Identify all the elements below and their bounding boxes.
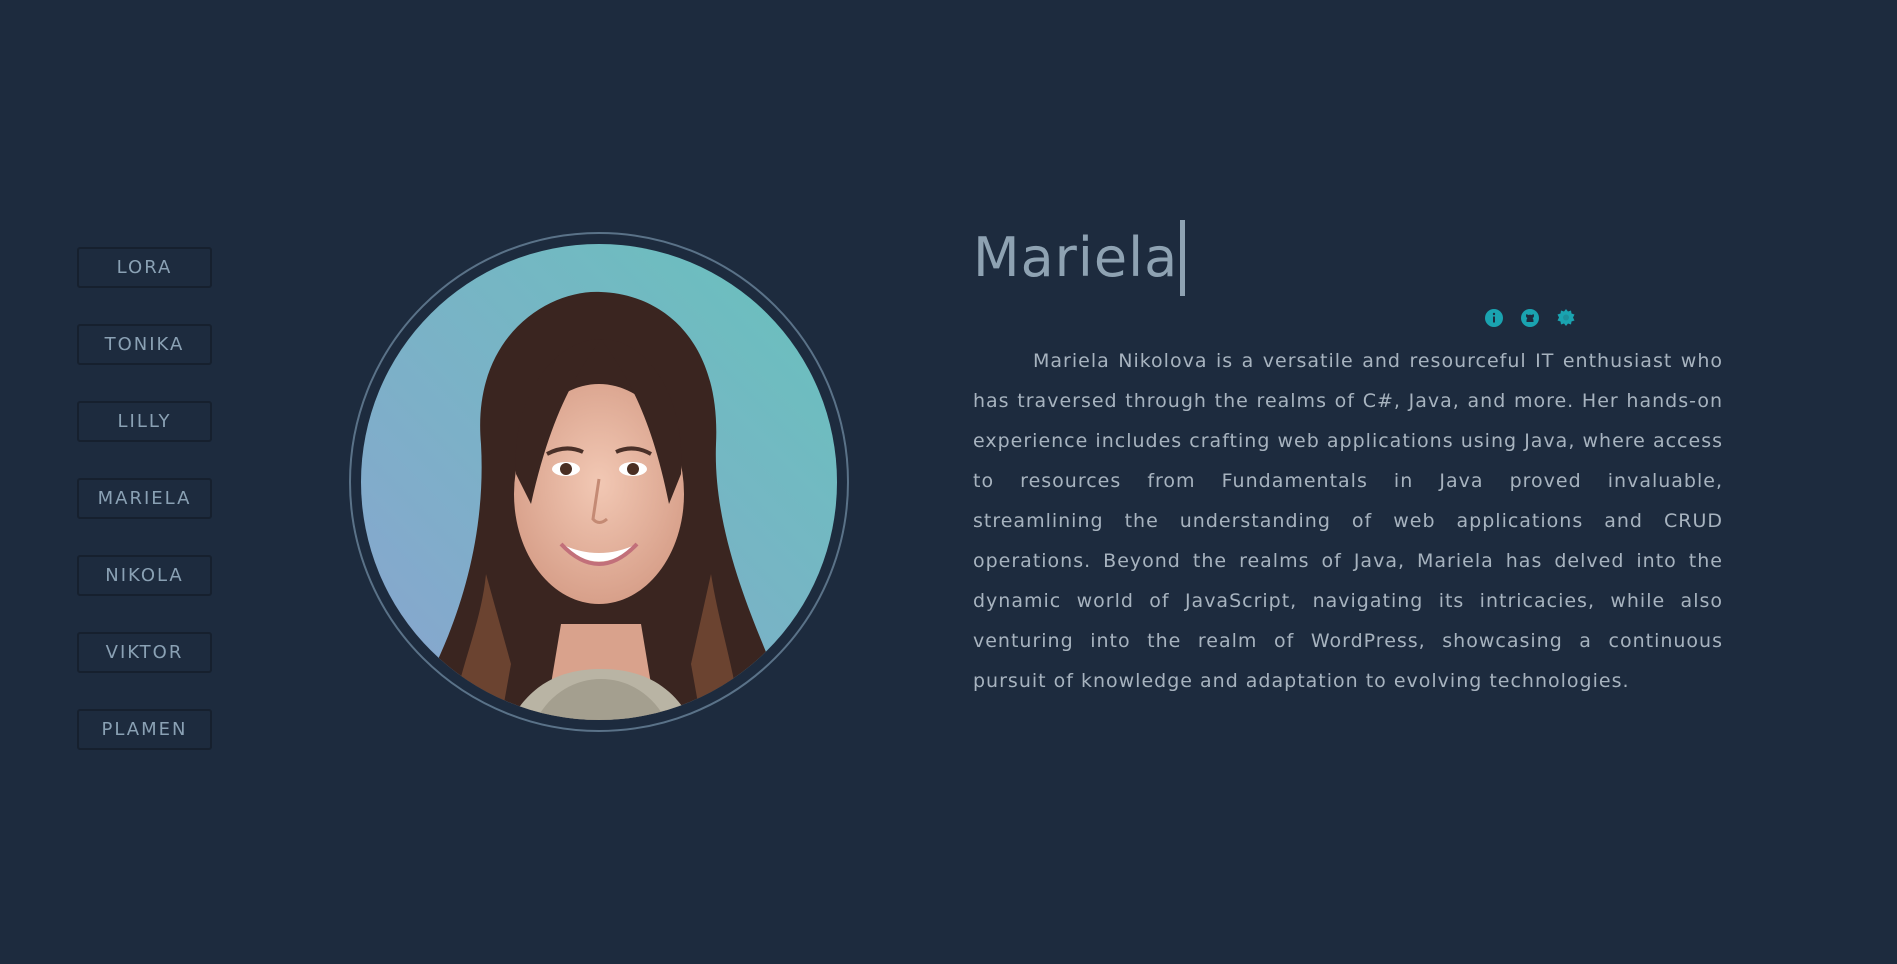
team-nav: LORA TONIKA LILLY MARIELA NIKOLA VIKTOR … xyxy=(77,247,212,786)
nav-button-viktor[interactable]: VIKTOR xyxy=(77,632,212,673)
profile-bio: Mariela Nikolova is a versatile and reso… xyxy=(973,350,1723,692)
page: LORA TONIKA LILLY MARIELA NIKOLA VIKTOR … xyxy=(0,0,1897,964)
nav-button-plamen[interactable]: PLAMEN xyxy=(77,709,212,750)
typing-cursor xyxy=(1180,220,1186,296)
nav-button-lora[interactable]: LORA xyxy=(77,247,212,288)
nav-button-mariela[interactable]: MARIELA xyxy=(77,478,212,519)
nav-button-nikola[interactable]: NIKOLA xyxy=(77,555,212,596)
github-icon[interactable] xyxy=(1520,308,1540,328)
profile-photo-frame xyxy=(349,232,849,732)
profile-photo xyxy=(361,244,837,720)
portrait-image xyxy=(361,244,837,720)
nav-button-tonika[interactable]: TONIKA xyxy=(77,324,212,365)
info-icon[interactable] xyxy=(1484,308,1504,328)
badge-icon[interactable] xyxy=(1556,308,1576,328)
nav-button-lilly[interactable]: LILLY xyxy=(77,401,212,442)
profile-name-row: Mariela xyxy=(973,220,1186,296)
profile-name: Mariela xyxy=(973,226,1179,289)
social-icons xyxy=(1484,308,1576,328)
